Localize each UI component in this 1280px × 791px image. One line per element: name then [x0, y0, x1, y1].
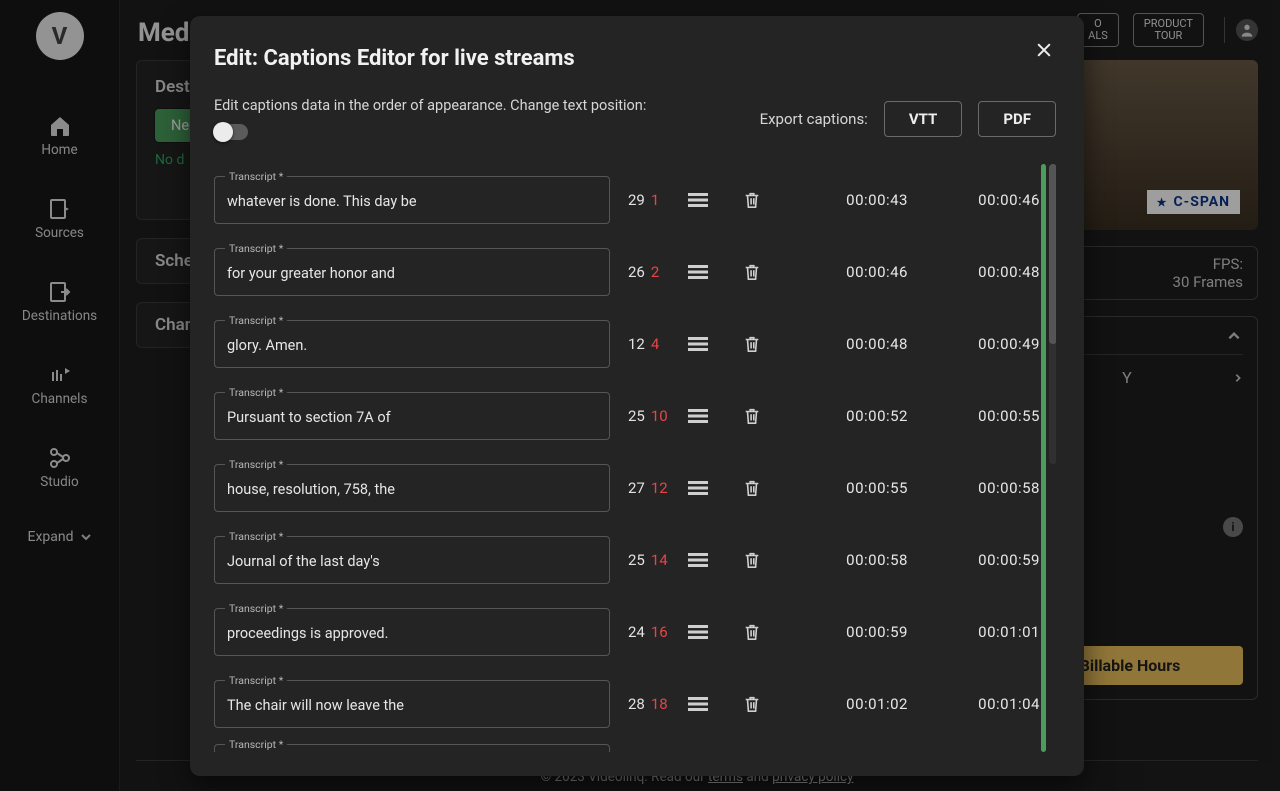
delete-icon[interactable]	[742, 335, 762, 353]
field-label: Transcript *	[225, 314, 287, 327]
scrollbar-track[interactable]	[1049, 164, 1056, 464]
caption-row: Transcript *glory. Amen.12400:00:4800:00…	[214, 308, 1026, 380]
start-time: 00:00:52	[780, 407, 930, 425]
drag-handle-icon[interactable]	[688, 623, 708, 641]
field-label: Transcript *	[225, 738, 287, 751]
field-label: Transcript *	[225, 242, 287, 255]
caption-row: Transcript *house, resolution, 758, the2…	[214, 452, 1026, 524]
transcript-input[interactable]: Transcript *Pursuant to section 7A of	[214, 392, 610, 440]
scrollbar-thumb[interactable]	[1049, 164, 1056, 344]
end-time: 00:00:49	[930, 335, 1040, 353]
caption-row: Transcript *for your greater honor and26…	[214, 236, 1026, 308]
delete-icon[interactable]	[742, 551, 762, 569]
transcript-input[interactable]: Transcript *house, resolution, 758, the	[214, 464, 610, 512]
drag-handle-icon[interactable]	[688, 191, 708, 209]
close-button[interactable]	[1032, 38, 1056, 62]
modal-subtitle: Edit captions data in the order of appea…	[214, 97, 646, 114]
end-time: 00:01:01	[930, 623, 1040, 641]
delete-icon[interactable]	[742, 407, 762, 425]
field-label: Transcript *	[225, 674, 287, 687]
char-count: 2712	[610, 479, 670, 497]
row-actions	[670, 335, 780, 353]
transcript-input[interactable]: Transcript *whatever is done. This day b…	[214, 176, 610, 224]
end-time: 00:00:48	[930, 263, 1040, 281]
transcript-input[interactable]: Transcript *glory. Amen.	[214, 320, 610, 368]
transcript-text: The chair will now leave the	[227, 697, 404, 714]
row-actions	[670, 407, 780, 425]
row-actions	[670, 263, 780, 281]
transcript-text: whatever is done. This day be	[227, 193, 417, 210]
row-actions	[670, 551, 780, 569]
row-actions	[670, 479, 780, 497]
caption-row: Transcript *Pursuant to section 7A of251…	[214, 380, 1026, 452]
end-time: 00:00:55	[930, 407, 1040, 425]
end-time: 00:01:04	[930, 695, 1040, 713]
transcript-text: for your greater honor and	[227, 265, 395, 282]
field-label: Transcript *	[225, 386, 287, 399]
end-time: 00:00:59	[930, 551, 1040, 569]
delete-icon[interactable]	[742, 191, 762, 209]
drag-handle-icon[interactable]	[688, 551, 708, 569]
transcript-input[interactable]: Transcript *proceedings is approved.	[214, 608, 610, 656]
export-pdf-button[interactable]: PDF	[978, 101, 1056, 137]
transcript-input[interactable]: Transcript *Journal of the last day's	[214, 536, 610, 584]
caption-rows-container: Transcript * whatever is done. This day b…	[214, 164, 1056, 752]
drag-handle-icon[interactable]	[688, 263, 708, 281]
start-time: 00:01:02	[780, 695, 930, 713]
char-count: 124	[610, 335, 670, 353]
caption-row: Transcript *Journal of the last day's251…	[214, 524, 1026, 596]
transcript-input[interactable]: Transcript *	[214, 744, 610, 752]
caption-row: Transcript *proceedings is approved.2416…	[214, 596, 1026, 668]
char-count: 291	[610, 191, 670, 209]
row-actions	[670, 695, 780, 713]
transcript-text: glory. Amen.	[227, 337, 307, 354]
start-time: 00:00:43	[780, 191, 930, 209]
row-actions	[670, 191, 780, 209]
start-time: 00:00:55	[780, 479, 930, 497]
caption-rows: Transcript * whatever is done. This day b…	[214, 164, 1056, 752]
start-time: 00:00:59	[780, 623, 930, 641]
caption-row: Transcript *The chair will now leave the…	[214, 668, 1026, 740]
delete-icon[interactable]	[742, 479, 762, 497]
transcript-text: Journal of the last day's	[227, 553, 380, 570]
caption-row: Transcript * whatever is done. This day b…	[214, 164, 1026, 236]
end-time: 00:00:58	[930, 479, 1040, 497]
captions-editor-modal: Edit: Captions Editor for live streams E…	[190, 16, 1084, 776]
delete-icon[interactable]	[742, 695, 762, 713]
position-toggle[interactable]	[214, 124, 248, 140]
start-time: 00:00:58	[780, 551, 930, 569]
drag-handle-icon[interactable]	[688, 335, 708, 353]
end-time: 00:00:46	[930, 191, 1040, 209]
field-label: Transcript *	[225, 458, 287, 471]
field-label: Transcript *	[225, 170, 287, 183]
char-count: 2510	[610, 407, 670, 425]
char-count: 2514	[610, 551, 670, 569]
transcript-input[interactable]: Transcript *for your greater honor and	[214, 248, 610, 296]
row-actions	[670, 623, 780, 641]
export-vtt-button[interactable]: VTT	[884, 101, 963, 137]
transcript-input[interactable]: Transcript *The chair will now leave the	[214, 680, 610, 728]
field-label: Transcript *	[225, 602, 287, 615]
start-time: 00:00:48	[780, 335, 930, 353]
drag-handle-icon[interactable]	[688, 407, 708, 425]
field-label: Transcript *	[225, 530, 287, 543]
transcript-text: Pursuant to section 7A of	[227, 409, 391, 426]
modal-title: Edit: Captions Editor for live streams	[214, 46, 1056, 71]
drag-handle-icon[interactable]	[688, 695, 708, 713]
transcript-text: house, resolution, 758, the	[227, 481, 395, 498]
delete-icon[interactable]	[742, 263, 762, 281]
char-count: 262	[610, 263, 670, 281]
export-label: Export captions:	[760, 110, 868, 128]
char-count: 2416	[610, 623, 670, 641]
char-count: 2818	[610, 695, 670, 713]
modal-toolbar: Edit captions data in the order of appea…	[214, 97, 1056, 140]
progress-bar	[1041, 164, 1046, 752]
start-time: 00:00:46	[780, 263, 930, 281]
drag-handle-icon[interactable]	[688, 479, 708, 497]
transcript-text: proceedings is approved.	[227, 625, 388, 642]
delete-icon[interactable]	[742, 623, 762, 641]
